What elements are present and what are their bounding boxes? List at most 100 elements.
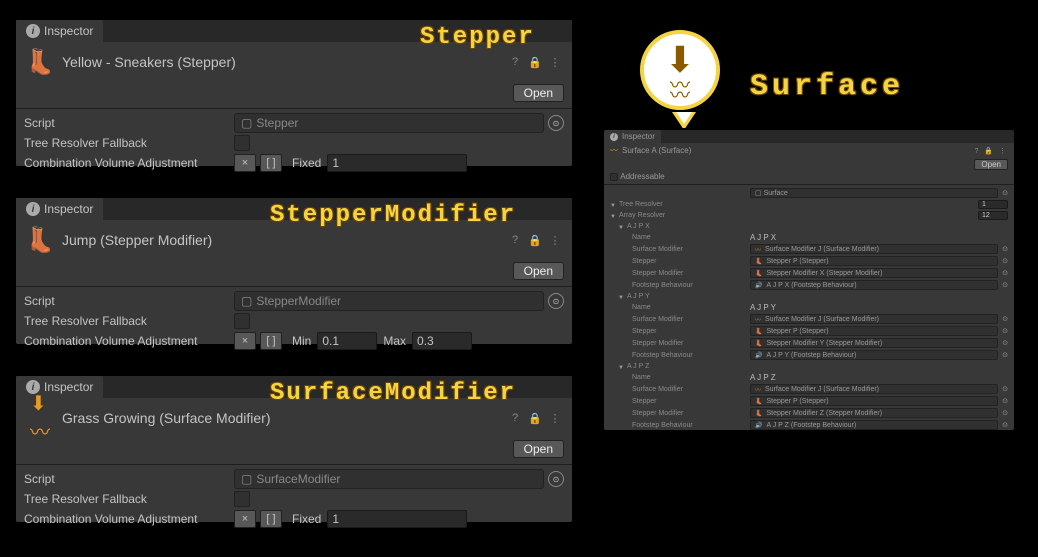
fallback-checkbox[interactable] xyxy=(234,313,250,329)
footstep-field[interactable]: 🔊A J P Z (Footstep Behaviour) xyxy=(750,420,998,430)
surface-mod-field[interactable]: 〰Surface Modifier J (Surface Modifier) xyxy=(750,244,998,254)
stepper-mod-label: Stepper Modifier xyxy=(610,340,750,347)
object-picker-icon[interactable]: ⊙ xyxy=(548,293,564,309)
overlay-surface: Surface xyxy=(750,70,904,104)
surface-mod-field[interactable]: 〰Surface Modifier J (Surface Modifier) xyxy=(750,384,998,394)
fallback-checkbox[interactable] xyxy=(234,491,250,507)
lock-icon[interactable]: 🔒 xyxy=(526,54,544,70)
fallback-label: Tree Resolver Fallback xyxy=(24,314,234,328)
menu-icon[interactable]: ⋮ xyxy=(546,54,564,70)
remove-button[interactable]: × xyxy=(234,154,256,172)
min-label: Min xyxy=(292,334,311,348)
object-picker-icon[interactable]: ⊙ xyxy=(998,385,1008,393)
object-picker-icon[interactable]: ⊙ xyxy=(998,189,1008,197)
header-icons[interactable]: ? 🔒 ⋮ xyxy=(975,147,1009,155)
fallback-checkbox[interactable] xyxy=(234,135,250,151)
tree-count-input[interactable] xyxy=(978,200,1008,209)
menu-icon[interactable]: ⋮ xyxy=(546,410,564,426)
open-button[interactable]: Open xyxy=(513,84,564,102)
open-button[interactable]: Open xyxy=(513,440,564,458)
help-icon[interactable]: ? xyxy=(506,410,524,426)
open-button[interactable]: Open xyxy=(513,262,564,280)
stepper-mod-field[interactable]: 👢Stepper Modifier Y (Stepper Modifier) xyxy=(750,338,998,348)
footstep-field[interactable]: 🔊A J P X (Footstep Behaviour) xyxy=(750,280,998,290)
group-code[interactable]: A J P X xyxy=(627,223,767,230)
object-picker-icon[interactable]: ⊙ xyxy=(998,421,1008,429)
footstep-label: Footstep Behaviour xyxy=(610,352,750,359)
footstep-label: Footstep Behaviour xyxy=(610,422,750,429)
script-field: ▢Surface xyxy=(750,188,998,198)
group-code[interactable]: A J P Z xyxy=(627,363,767,370)
stepper-field[interactable]: 👢Stepper P (Stepper) xyxy=(750,256,998,266)
array-resolver-label[interactable]: Array Resolver xyxy=(619,212,759,219)
tree-resolver-label[interactable]: Tree Resolver xyxy=(619,201,759,208)
name-label: Name xyxy=(610,304,750,311)
surface-mod-label: Surface Modifier xyxy=(610,246,750,253)
stepper-modifier-asset-icon xyxy=(24,224,56,256)
object-picker-icon[interactable]: ⊙ xyxy=(998,257,1008,265)
inspector-tab[interactable]: i Inspector xyxy=(16,20,103,42)
surface-mod-field[interactable]: 〰Surface Modifier J (Surface Modifier) xyxy=(750,314,998,324)
stepper-mod-field[interactable]: 👢Stepper Modifier X (Stepper Modifier) xyxy=(750,268,998,278)
array-button[interactable]: [ ] xyxy=(260,154,282,172)
inspector-tab[interactable]: iInspector xyxy=(604,130,661,143)
tab-label: Inspector xyxy=(44,24,93,38)
script-field: ▢ Stepper xyxy=(234,113,544,133)
script-label: Script xyxy=(24,472,234,486)
group-code[interactable]: A J P Y xyxy=(627,293,767,300)
stepper-mod-field[interactable]: 👢Stepper Modifier Z (Stepper Modifier) xyxy=(750,408,998,418)
script-type-icon: ▢ xyxy=(241,116,252,130)
stepper-field[interactable]: 👢Stepper P (Stepper) xyxy=(750,326,998,336)
remove-button[interactable]: × xyxy=(234,332,256,350)
object-picker-icon[interactable]: ⊙ xyxy=(998,281,1008,289)
footstep-field[interactable]: 🔊A J P Y (Footstep Behaviour) xyxy=(750,350,998,360)
object-picker-icon[interactable]: ⊙ xyxy=(998,327,1008,335)
stepper-label: Stepper xyxy=(610,328,750,335)
help-icon[interactable]: ? xyxy=(506,54,524,70)
tab-label: Inspector xyxy=(44,202,93,216)
stepper-label: Stepper xyxy=(610,258,750,265)
array-count-input[interactable] xyxy=(978,211,1008,220)
overlay-stepper: Stepper xyxy=(420,24,535,51)
overlay-stepper-modifier: StepperModifier xyxy=(270,202,516,229)
open-button[interactable]: Open xyxy=(974,159,1008,170)
remove-button[interactable]: × xyxy=(234,510,256,528)
object-picker-icon[interactable]: ⊙ xyxy=(548,471,564,487)
combo-label: Combination Volume Adjustment xyxy=(24,156,234,170)
max-input[interactable] xyxy=(412,332,472,350)
object-picker-icon[interactable]: ⊙ xyxy=(998,351,1008,359)
script-label: Script xyxy=(24,116,234,130)
object-picker-icon[interactable]: ⊙ xyxy=(998,315,1008,323)
max-label: Max xyxy=(383,334,406,348)
array-button[interactable]: [ ] xyxy=(260,332,282,350)
lock-icon[interactable]: 🔒 xyxy=(526,232,544,248)
info-icon: i xyxy=(26,24,40,38)
object-picker-icon[interactable]: ⊙ xyxy=(998,397,1008,405)
name-value: A J P Y xyxy=(750,303,776,312)
asset-title: Grass Growing (Surface Modifier) xyxy=(62,410,500,426)
fixed-input[interactable] xyxy=(327,510,467,528)
combo-label: Combination Volume Adjustment xyxy=(24,334,234,348)
stepper-mod-label: Stepper Modifier xyxy=(610,270,750,277)
object-picker-icon[interactable]: ⊙ xyxy=(998,245,1008,253)
array-button[interactable]: [ ] xyxy=(260,510,282,528)
fallback-label: Tree Resolver Fallback xyxy=(24,492,234,506)
name-label: Name xyxy=(610,374,750,381)
inspector-tab[interactable]: iInspector xyxy=(16,198,103,220)
object-picker-icon[interactable]: ⊙ xyxy=(998,409,1008,417)
stepper-field[interactable]: 👢Stepper P (Stepper) xyxy=(750,396,998,406)
lock-icon[interactable]: 🔒 xyxy=(526,410,544,426)
menu-icon[interactable]: ⋮ xyxy=(546,232,564,248)
help-icon[interactable]: ? xyxy=(506,232,524,248)
script-name: Stepper xyxy=(256,116,298,130)
fixed-input[interactable] xyxy=(327,154,467,172)
addressable-checkbox[interactable] xyxy=(610,173,618,181)
tab-label: Inspector xyxy=(44,380,93,394)
fixed-label: Fixed xyxy=(292,156,321,170)
asset-title: Surface A (Surface) xyxy=(622,146,971,155)
object-picker-icon[interactable]: ⊙ xyxy=(548,115,564,131)
object-picker-icon[interactable]: ⊙ xyxy=(998,339,1008,347)
min-input[interactable] xyxy=(317,332,377,350)
surface-asset-icon: 〰 xyxy=(610,145,618,156)
object-picker-icon[interactable]: ⊙ xyxy=(998,269,1008,277)
